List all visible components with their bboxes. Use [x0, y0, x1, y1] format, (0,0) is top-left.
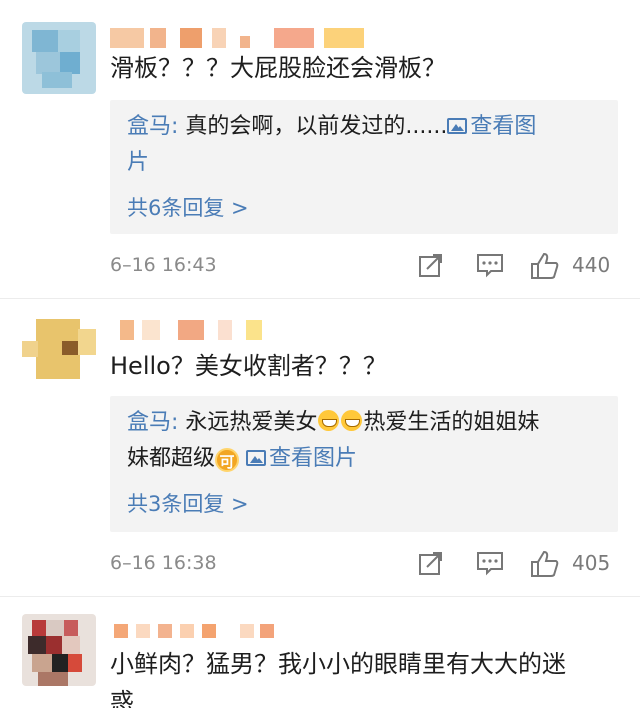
- grin-emoji-icon: [341, 410, 363, 431]
- reply-content: 永远热爱美女: [178, 410, 318, 435]
- more-replies-link[interactable]: 共6条回复 >: [127, 192, 249, 222]
- username-blurred[interactable]: [114, 624, 274, 638]
- comment-actions: 440: [418, 252, 618, 280]
- comment-text: Hello？美女收割者？？？: [110, 352, 387, 380]
- reply-line-2: 妹都超级可 查看图片: [127, 442, 357, 476]
- avatar[interactable]: [22, 22, 96, 94]
- comment-icon[interactable]: [476, 252, 504, 280]
- like-button[interactable]: 405: [530, 550, 618, 578]
- username-blurred[interactable]: [120, 320, 270, 340]
- grin-emoji-icon: [318, 410, 340, 431]
- reply-content-line2: 妹都超级: [127, 446, 216, 471]
- reply-content-cont: 热爱生活的姐姐妹: [363, 410, 540, 435]
- comment-actions: 405: [418, 550, 618, 578]
- repost-icon[interactable]: [418, 550, 446, 578]
- comment-icon[interactable]: [476, 550, 504, 578]
- avatar[interactable]: [22, 614, 96, 686]
- reply-preview[interactable]: 盒马: 永远热爱美女 热爱生活的姐姐妹 妹都超级可 查看图片 共3条回复 >: [110, 396, 618, 532]
- like-count: 405: [572, 551, 611, 575]
- thumbs-up-icon: [531, 550, 559, 577]
- reply-line-1: 盒马: 真的会啊，以前发过的...... 查看图: [127, 110, 536, 144]
- divider: [0, 298, 640, 299]
- reply-line-2[interactable]: 片: [127, 146, 149, 180]
- more-replies-link[interactable]: 共3条回复 >: [127, 488, 249, 518]
- timestamp: 6–16 16:43: [110, 254, 217, 276]
- timestamp: 6–16 16:38: [110, 552, 217, 574]
- view-image-link[interactable]: 查看图: [447, 114, 536, 139]
- view-image-link[interactable]: 查看图片: [246, 446, 357, 471]
- reply-author[interactable]: 盒马:: [127, 410, 178, 435]
- view-image-label: 查看图片: [269, 446, 358, 471]
- reply-line-1: 盒马: 永远热爱美女 热爱生活的姐姐妹: [127, 406, 539, 440]
- reply-content: 真的会啊，以前发过的......: [178, 114, 448, 139]
- like-button[interactable]: 440: [530, 252, 618, 280]
- ke-emoji-icon: 可: [215, 448, 240, 472]
- username-blurred[interactable]: [110, 28, 370, 48]
- reply-author[interactable]: 盒马:: [127, 114, 178, 139]
- image-icon: [246, 450, 267, 466]
- divider: [0, 596, 640, 597]
- reply-preview[interactable]: 盒马: 真的会啊，以前发过的...... 查看图 片 共6条回复 >: [110, 100, 618, 234]
- view-image-label: 查看图: [470, 114, 537, 139]
- avatar[interactable]: [22, 313, 96, 385]
- thumbs-up-icon: [531, 252, 559, 279]
- comment-text: 滑板？？？大屁股脸还会滑板？: [110, 54, 446, 82]
- image-icon: [447, 118, 468, 134]
- comment-text: 小鲜肉？猛男？我小小的眼睛里有大大的迷: [110, 650, 566, 678]
- like-count: 440: [572, 253, 611, 277]
- repost-icon[interactable]: [418, 252, 446, 280]
- comment-text-line2: 惑: [110, 688, 134, 708]
